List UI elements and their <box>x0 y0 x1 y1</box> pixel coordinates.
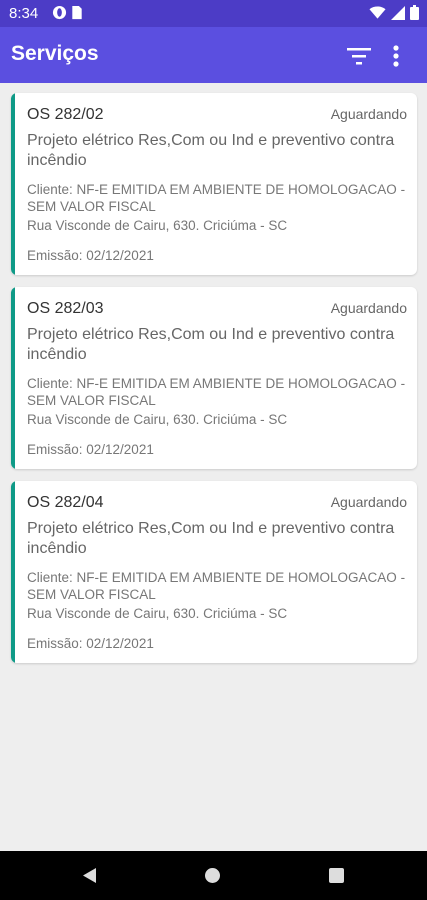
sim-card-icon <box>72 5 82 20</box>
service-client: Cliente: NF-E EMITIDA EM AMBIENTE DE HOM… <box>27 182 406 214</box>
service-card[interactable]: OS 282/04 Aguardando Projeto elétrico Re… <box>11 481 417 663</box>
status-left-icons <box>52 5 83 20</box>
navigation-bar <box>0 851 427 900</box>
service-description: Projeto elétrico Res,Com ou Ind e preven… <box>27 132 395 169</box>
service-date: Emissão: 02/12/2021 <box>27 248 154 263</box>
home-icon[interactable] <box>205 868 220 883</box>
service-address: Rua Visconde de Cairu, 630. Criciúma - S… <box>27 606 288 621</box>
wifi-icon <box>369 6 386 19</box>
battery-icon <box>410 5 419 20</box>
status-bar: 8:34 <box>0 0 427 27</box>
more-vert-icon <box>393 45 399 67</box>
service-description: Projeto elétrico Res,Com ou Ind e preven… <box>27 520 395 557</box>
service-address: Rua Visconde de Cairu, 630. Criciúma - S… <box>27 412 288 427</box>
service-number: OS 282/03 <box>27 300 104 317</box>
service-client: Cliente: NF-E EMITIDA EM AMBIENTE DE HOM… <box>27 570 406 602</box>
service-address: Rua Visconde de Cairu, 630. Criciúma - S… <box>27 218 288 233</box>
page-title: Serviços <box>11 42 99 65</box>
app-bar: Serviços <box>0 27 427 83</box>
card-accent-bar <box>11 287 15 469</box>
service-number: OS 282/02 <box>27 106 104 123</box>
service-date: Emissão: 02/12/2021 <box>27 636 154 651</box>
more-options-button[interactable] <box>384 41 408 71</box>
status-right-icons <box>369 5 419 20</box>
service-date: Emissão: 02/12/2021 <box>27 442 154 457</box>
status-badge: Aguardando <box>330 494 407 510</box>
services-list: OS 282/02 Aguardando Projeto elétrico Re… <box>11 93 417 675</box>
card-accent-bar <box>11 93 15 275</box>
service-description: Projeto elétrico Res,Com ou Ind e preven… <box>27 326 395 363</box>
filter-button[interactable] <box>344 41 374 71</box>
service-client: Cliente: NF-E EMITIDA EM AMBIENTE DE HOM… <box>27 376 406 408</box>
opera-icon <box>52 5 67 20</box>
service-card[interactable]: OS 282/03 Aguardando Projeto elétrico Re… <box>11 287 417 469</box>
signal-icon <box>391 5 405 20</box>
status-badge: Aguardando <box>330 106 407 122</box>
back-icon[interactable] <box>82 867 98 884</box>
card-accent-bar <box>11 481 15 663</box>
service-card[interactable]: OS 282/02 Aguardando Projeto elétrico Re… <box>11 93 417 275</box>
status-time: 8:34 <box>9 5 39 22</box>
service-number: OS 282/04 <box>27 494 104 511</box>
status-badge: Aguardando <box>330 300 407 316</box>
filter-icon <box>347 48 371 65</box>
recents-icon[interactable] <box>329 868 344 883</box>
